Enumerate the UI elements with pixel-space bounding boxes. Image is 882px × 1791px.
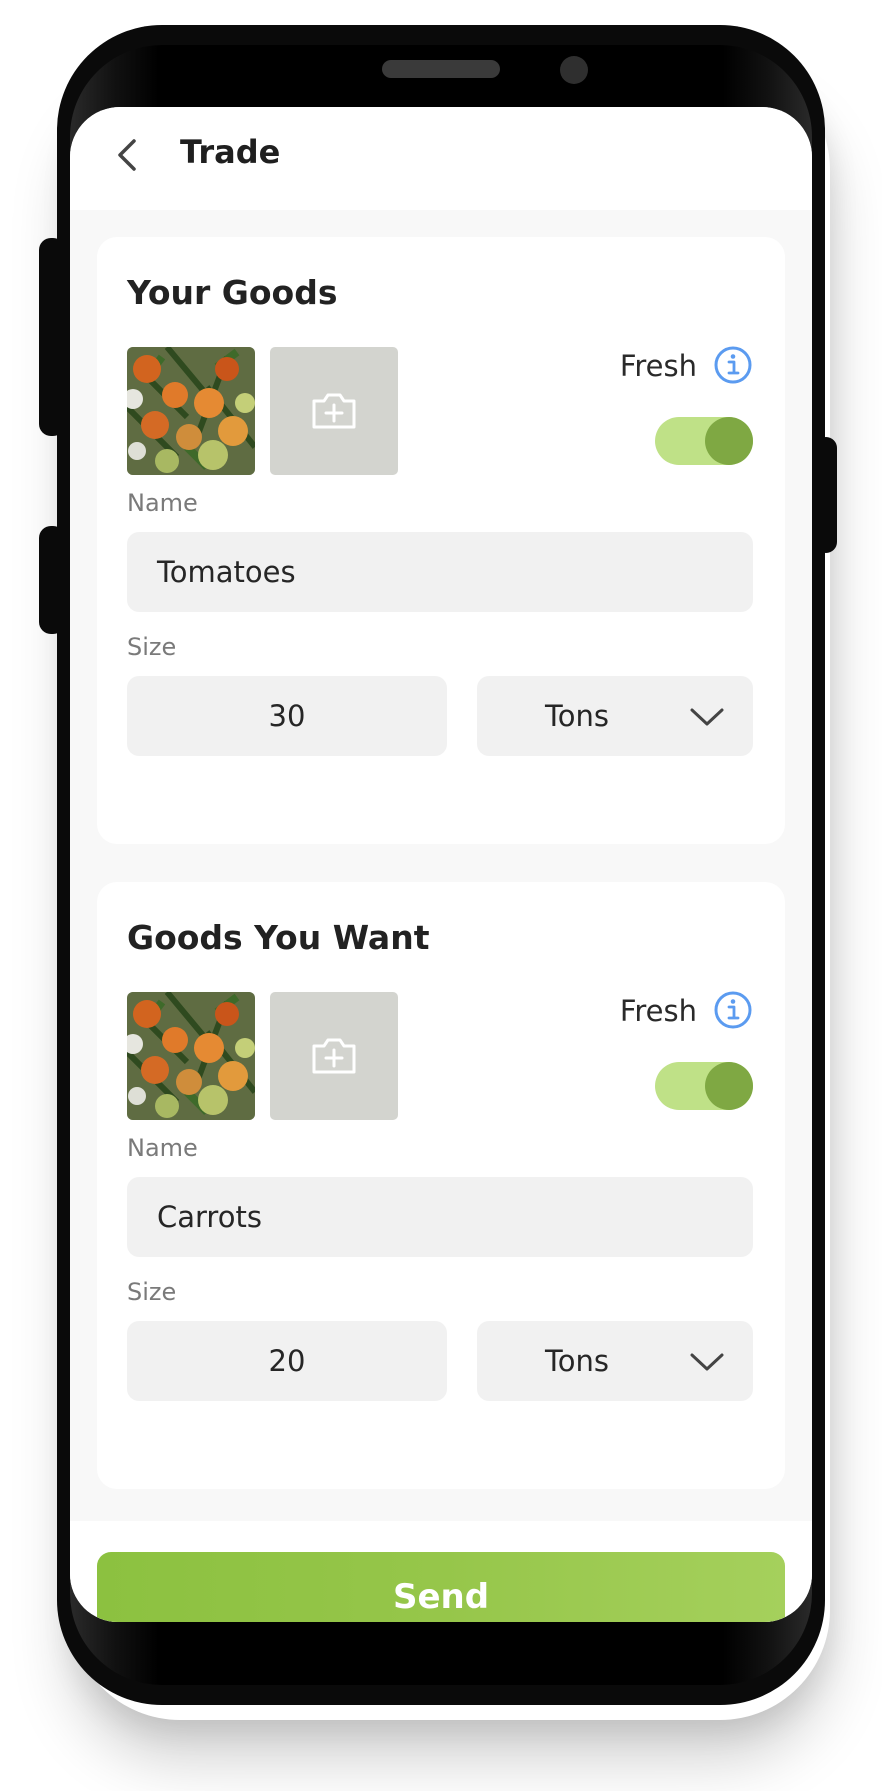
page-title: Trade <box>180 133 281 171</box>
unit-select[interactable]: Tons <box>477 1321 753 1401</box>
earpiece-speaker <box>382 60 500 78</box>
size-label: Size <box>127 633 177 661</box>
card-title: Goods You Want <box>127 918 430 957</box>
goods-photo-thumbnail[interactable] <box>127 992 255 1120</box>
fresh-label: Fresh <box>619 994 697 1028</box>
size-input[interactable]: 20 <box>127 1321 447 1401</box>
tomato-photo-image <box>127 347 255 475</box>
unit-select-value: Tons <box>545 1344 610 1378</box>
add-photo-button[interactable] <box>270 347 398 475</box>
unit-select[interactable]: Tons <box>477 676 753 756</box>
your-goods-card: Your Goods Fresh Name Tomatoes Size 30 T… <box>97 237 785 844</box>
app-bar: Trade <box>70 107 812 210</box>
name-label: Name <box>127 1134 198 1162</box>
camera-plus-icon <box>312 1038 356 1074</box>
app-screen: Trade Your Goods Fresh Name Tomatoes Siz… <box>70 107 812 1622</box>
card-title: Your Goods <box>127 273 338 312</box>
chevron-left-icon[interactable] <box>108 135 148 175</box>
camera-plus-icon <box>312 393 356 429</box>
size-input[interactable]: 30 <box>127 676 447 756</box>
info-icon[interactable] <box>713 990 753 1030</box>
toggle-knob <box>705 1062 753 1110</box>
goods-you-want-card: Goods You Want Fresh Name Carrots Size 2… <box>97 882 785 1489</box>
info-icon[interactable] <box>713 345 753 385</box>
size-label: Size <box>127 1278 177 1306</box>
fresh-label: Fresh <box>619 349 697 383</box>
send-button[interactable]: Send <box>97 1552 785 1622</box>
name-label: Name <box>127 489 198 517</box>
goods-photo-thumbnail[interactable] <box>127 347 255 475</box>
toggle-knob <box>705 417 753 465</box>
add-photo-button[interactable] <box>270 992 398 1120</box>
chevron-down-icon <box>690 1353 724 1371</box>
front-camera <box>560 56 588 84</box>
fresh-toggle[interactable] <box>655 1062 753 1110</box>
tomato-photo-image <box>127 992 255 1120</box>
name-input[interactable]: Tomatoes <box>127 532 753 612</box>
name-input[interactable]: Carrots <box>127 1177 753 1257</box>
fresh-toggle[interactable] <box>655 417 753 465</box>
chevron-down-icon <box>690 708 724 726</box>
unit-select-value: Tons <box>545 699 610 733</box>
